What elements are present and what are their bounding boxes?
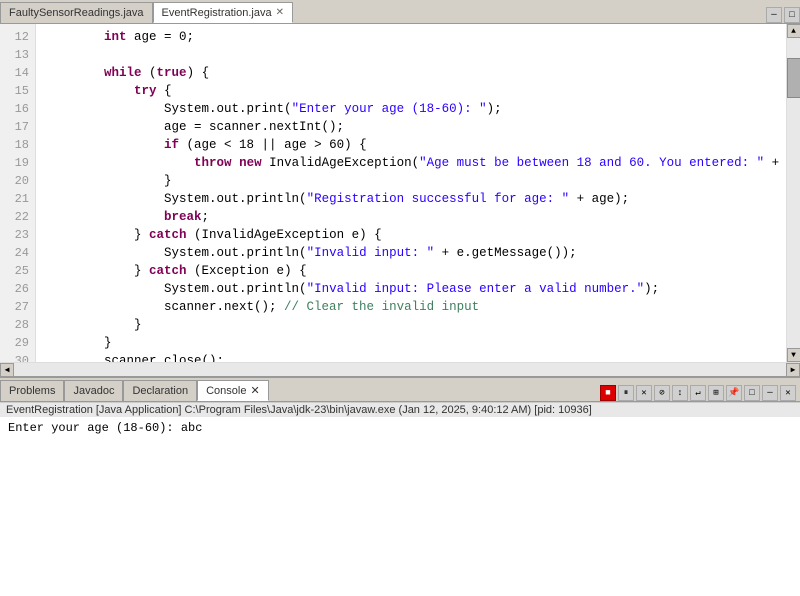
tab-console[interactable]: Console ✕: [197, 380, 269, 401]
close-console-icon[interactable]: ✕: [250, 384, 259, 397]
tab-event-label: EventRegistration.java: [162, 7, 272, 19]
h-scroll-track[interactable]: [14, 363, 786, 377]
console-panel: Problems Javadoc Declaration Console ✕ ■…: [0, 376, 800, 596]
code-line-26: System.out.println("Invalid input: Pleas…: [44, 280, 778, 298]
scroll-up-icon[interactable]: ▲: [787, 24, 800, 38]
code-line-19: throw new InvalidAgeException("Age must …: [44, 154, 778, 172]
stop-btn[interactable]: ■: [600, 385, 616, 401]
close-tab-icon[interactable]: ✕: [276, 7, 284, 18]
code-line-13: [44, 46, 778, 64]
line-numbers: 1213141516171819202122232425262728293031: [0, 24, 36, 362]
code-line-18: if (age < 18 || age > 60) {: [44, 136, 778, 154]
code-line-24: System.out.println("Invalid input: " + e…: [44, 244, 778, 262]
maximize-icon[interactable]: □: [784, 7, 800, 23]
close-view-btn[interactable]: ✕: [780, 385, 796, 401]
console-status-line: EventRegistration [Java Application] C:\…: [0, 402, 800, 417]
code-line-12: int age = 0;: [44, 28, 778, 46]
code-line-28: }: [44, 316, 778, 334]
vertical-scrollbar[interactable]: ▲ ▼: [786, 24, 800, 362]
scroll-right-icon[interactable]: ▶: [786, 363, 800, 377]
scroll-left-icon[interactable]: ◀: [0, 363, 14, 377]
code-line-17: age = scanner.nextInt();: [44, 118, 778, 136]
tab-declaration[interactable]: Declaration: [123, 380, 197, 401]
open-console-btn[interactable]: ⊞: [708, 385, 724, 401]
code-line-30: scanner.close();: [44, 352, 778, 362]
code-line-14: while (true) {: [44, 64, 778, 82]
scroll-down-icon[interactable]: ▼: [787, 348, 800, 362]
console-output-area[interactable]: Enter your age (18-60): abc: [0, 417, 800, 596]
tab-event-registration[interactable]: EventRegistration.java ✕: [153, 2, 293, 23]
code-line-27: scanner.next(); // Clear the invalid inp…: [44, 298, 778, 316]
problems-label: Problems: [9, 385, 55, 397]
console-label: Console: [206, 385, 246, 397]
pause-btn[interactable]: ⏸: [618, 385, 634, 401]
console-output-text: Enter your age (18-60): abc: [8, 421, 202, 435]
tab-faulty-sensor[interactable]: FaultySensorReadings.java: [0, 2, 153, 23]
pin-console-btn[interactable]: 📌: [726, 385, 742, 401]
window-controls: ─ □: [766, 7, 800, 23]
scroll-track[interactable]: [787, 38, 800, 348]
javadoc-label: Javadoc: [73, 385, 114, 397]
code-line-22: break;: [44, 208, 778, 226]
code-line-16: System.out.print("Enter your age (18-60)…: [44, 100, 778, 118]
code-line-20: }: [44, 172, 778, 190]
tab-javadoc[interactable]: Javadoc: [64, 380, 123, 401]
scroll-lock-btn[interactable]: ↕: [672, 385, 688, 401]
word-wrap-btn[interactable]: ↵: [690, 385, 706, 401]
code-line-21: System.out.println("Registration success…: [44, 190, 778, 208]
declaration-label: Declaration: [132, 385, 188, 397]
minimize-icon[interactable]: ─: [766, 7, 782, 23]
scroll-thumb[interactable]: [787, 58, 800, 98]
editor-area: 1213141516171819202122232425262728293031…: [0, 24, 800, 362]
clear-console-btn[interactable]: ⊘: [654, 385, 670, 401]
maximize-console-btn[interactable]: □: [744, 385, 760, 401]
code-editor[interactable]: int age = 0; while (true) { try { System…: [36, 24, 786, 362]
console-toolbar-right: ■ ⏸ ✕ ⊘ ↕ ↵ ⊞ 📌 □ ─ ✕: [600, 385, 800, 401]
console-tab-bar: Problems Javadoc Declaration Console ✕ ■…: [0, 378, 800, 402]
code-line-15: try {: [44, 82, 778, 100]
tab-faulty-label: FaultySensorReadings.java: [9, 7, 144, 19]
horizontal-scrollbar[interactable]: ◀ ▶: [0, 362, 800, 376]
code-line-25: } catch (Exception e) {: [44, 262, 778, 280]
editor-tab-bar: FaultySensorReadings.java EventRegistrat…: [0, 0, 800, 24]
minimize-console-btn[interactable]: ─: [762, 385, 778, 401]
code-line-23: } catch (InvalidAgeException e) {: [44, 226, 778, 244]
code-line-29: }: [44, 334, 778, 352]
terminate-btn[interactable]: ✕: [636, 385, 652, 401]
tab-problems[interactable]: Problems: [0, 380, 64, 401]
